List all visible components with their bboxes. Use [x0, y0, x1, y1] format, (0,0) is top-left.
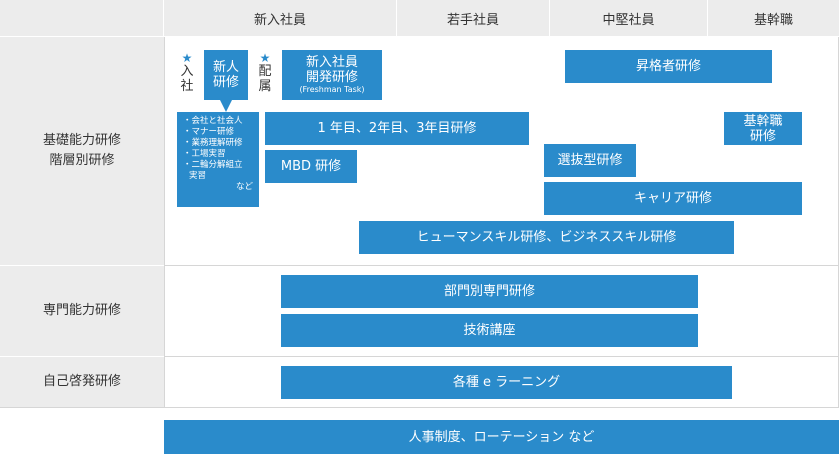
bar-elearning: 各種 e ラーニング — [281, 366, 732, 399]
bar-years-training: 1 年目、2年目、3年目研修 — [265, 112, 529, 145]
assign-char2: 属 — [258, 79, 272, 94]
bar-freshman-line1: 新入社員 — [305, 55, 358, 70]
bar-freshman-sub: (Freshman Task) — [299, 85, 365, 94]
bar-selective-label: 選抜型研修 — [557, 153, 623, 168]
bar-core-line2: 研修 — [749, 128, 776, 144]
header-young-employee: 若手社員 — [397, 0, 550, 37]
bar-career-label: キャリア研修 — [633, 191, 712, 206]
bar-technical-label: 技術講座 — [463, 323, 516, 338]
bar-department-specialized: 部門別専門研修 — [281, 275, 698, 308]
row-basic-training: 基礎能力研修 階層別研修 — [0, 37, 164, 266]
bar-promotion: 昇格者研修 — [565, 50, 772, 83]
bar-selective: 選抜型研修 — [544, 144, 636, 177]
bar-mbd-label: MBD 研修 — [280, 159, 342, 174]
entry-char2: 社 — [180, 79, 194, 94]
bar-core-line1: 基幹職 — [743, 113, 783, 129]
grid-line-left — [164, 37, 165, 408]
header-young-employee-label: 若手社員 — [446, 12, 499, 28]
grid-line-row1 — [164, 265, 839, 266]
bar-technical-course: 技術講座 — [281, 314, 698, 347]
topic-item: ・工場実習 — [183, 149, 226, 159]
header-new-employee: 新入社員 — [164, 0, 397, 37]
header-core-staff-label: 基幹職 — [753, 12, 793, 28]
grid-line-row3 — [0, 407, 839, 408]
row-basic-line2: 階層別研修 — [49, 153, 115, 168]
callout-pointer — [220, 100, 232, 112]
bar-newcomer-training: 新人 研修 — [204, 50, 248, 100]
assign-char1: 配 — [258, 64, 272, 79]
header-new-employee-label: 新入社員 — [253, 12, 306, 28]
bar-newcomer-line2: 研修 — [212, 75, 239, 90]
bar-freshman-development: 新入社員 開発研修 (Freshman Task) — [282, 50, 382, 100]
bar-department-label: 部門別専門研修 — [443, 284, 535, 299]
header-mid-level: 中堅社員 — [550, 0, 708, 37]
topic-item: ・マナー研修 — [183, 127, 235, 137]
bar-career: キャリア研修 — [544, 182, 802, 215]
entry-char1: 入 — [180, 64, 194, 79]
star-icon: ★ — [259, 51, 271, 65]
row-self-development-label: 自己啓発研修 — [42, 374, 121, 389]
bar-promotion-label: 昇格者研修 — [635, 59, 701, 74]
row-specialized-label: 専門能力研修 — [42, 303, 121, 318]
bar-freshman-line2: 開発研修 — [305, 70, 358, 85]
assign-marker: ★ 配 属 — [254, 52, 276, 94]
topic-item: ・二輪分解組立 — [183, 160, 243, 170]
entry-marker: ★ 入 社 — [176, 52, 198, 94]
bar-newcomer-line1: 新人 — [212, 60, 239, 75]
bar-years-label: 1 年目、2年目、3年目研修 — [317, 121, 477, 136]
header-corner — [0, 0, 164, 37]
topic-item-continuation: 実習 — [189, 171, 207, 181]
topic-etc: など — [235, 182, 253, 192]
row-specialized-training: 専門能力研修 — [0, 266, 164, 357]
row-self-development: 自己啓発研修 — [0, 357, 164, 408]
bar-core-training: 基幹職 研修 — [724, 112, 802, 145]
header-core-staff: 基幹職 — [708, 0, 839, 37]
newcomer-topics-list: ・会社と社会人 ・マナー研修 ・業務理解研修 ・工場実習 ・二輪分解組立 実習 … — [183, 116, 253, 193]
bar-human-business-skills: ヒューマンスキル研修、ビジネススキル研修 — [359, 221, 734, 254]
bar-hr-system: 人事制度、ローテーション など — [164, 420, 839, 454]
star-icon: ★ — [181, 51, 193, 65]
bar-human-business-label: ヒューマンスキル研修、ビジネススキル研修 — [416, 230, 677, 245]
bar-elearning-label: 各種 e ラーニング — [452, 375, 561, 390]
topic-item: ・会社と社会人 — [183, 116, 243, 126]
row-basic-line1: 基礎能力研修 — [42, 133, 121, 148]
grid-line-row2 — [164, 356, 839, 357]
header-mid-level-label: 中堅社員 — [602, 12, 655, 28]
bar-mbd: MBD 研修 — [265, 150, 357, 183]
bar-hr-system-label: 人事制度、ローテーション など — [408, 429, 595, 445]
topic-item: ・業務理解研修 — [183, 138, 243, 148]
newcomer-topics-box: ・会社と社会人 ・マナー研修 ・業務理解研修 ・工場実習 ・二輪分解組立 実習 … — [177, 112, 259, 207]
